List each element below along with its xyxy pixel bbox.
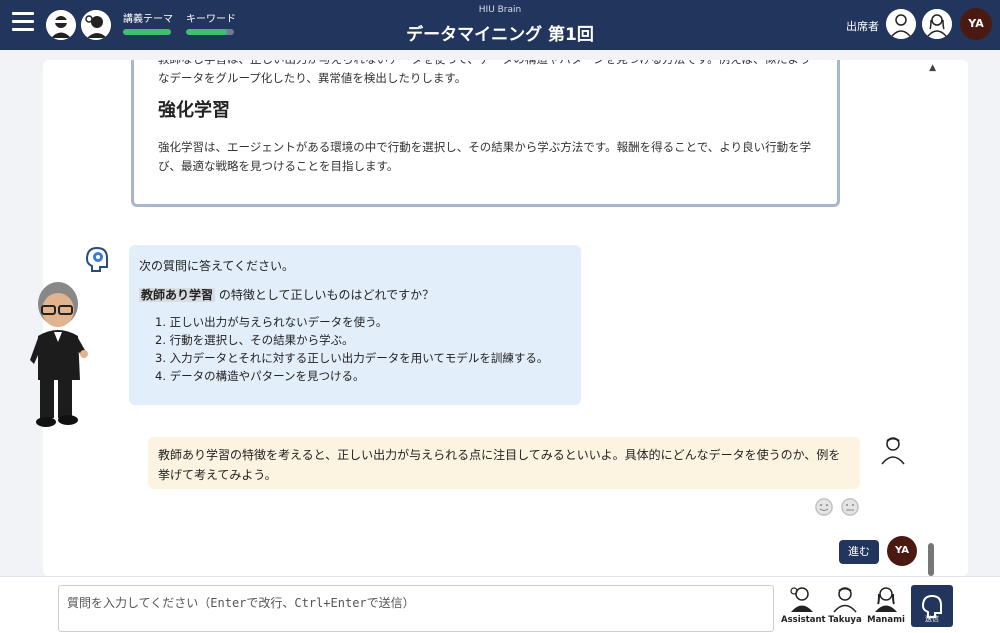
- scroll-up-icon[interactable]: ▲: [929, 63, 936, 73]
- question-option: 4. データの構造やパターンを見つける。: [155, 369, 365, 383]
- question-option: 2. 行動を選択し、その結果から学ぶ。: [155, 333, 354, 347]
- question-intro: 次の質問に答えてください。: [139, 259, 295, 273]
- attendees-label: 出席者: [846, 20, 879, 33]
- professor-character-icon: [26, 280, 92, 428]
- scrollbar-thumb[interactable]: [928, 543, 934, 576]
- assistant-person-icon: [879, 435, 907, 465]
- question-bubble: 次の質問に答えてください。 教師あり学習 の特徴として正しいものはどれですか？ …: [129, 245, 581, 405]
- manami-persona-icon: [875, 587, 897, 612]
- persona-assistant[interactable]: Assistant: [781, 585, 826, 625]
- send-button[interactable]: 送信: [911, 585, 953, 627]
- assistant-persona-icon: [790, 587, 813, 612]
- app-name: HIU Brain: [478, 5, 522, 15]
- question-line: 教師あり学習 の特徴として正しいものはどれですか？: [139, 286, 571, 303]
- app-header: 講義テーマ キーワード HIU Brain データマイニング 第1回 出席者 Y…: [0, 0, 1000, 50]
- question-option: 1. 正しい出力が与えられないデータを使う。: [155, 315, 388, 329]
- user-avatar-chat[interactable]: YA: [887, 536, 917, 566]
- user-avatar[interactable]: YA: [960, 8, 992, 40]
- persona-name: Assistant: [781, 615, 826, 625]
- next-button[interactable]: 進む: [839, 540, 879, 564]
- persona-name: Manami: [867, 615, 905, 625]
- takuya-persona-icon: [833, 587, 857, 613]
- document-card: 教師なし学習は、正しい出力が与えられないデータを使って、データの構造やパターンを…: [131, 60, 840, 207]
- assistant-message: 教師あり学習の特徴を考えると、正しい出力が与えられる点に注目してみるといいよ。具…: [148, 437, 860, 489]
- question-option: 3. 入力データとそれに対する正しい出力データを用いてモデルを訓練する。: [155, 351, 549, 365]
- attendee-male-icon[interactable]: [886, 9, 916, 39]
- persona-takuya[interactable]: Takuya: [825, 585, 865, 625]
- input-footer: Assistant Takuya Manami 送信: [0, 576, 1000, 633]
- document-heading: 強化学習: [158, 100, 230, 121]
- question-keyword: 教師あり学習: [139, 288, 216, 302]
- document-top-text: 教師なし学習は、正しい出力が与えられないデータを使って、データの構造やパターンを…: [158, 60, 811, 85]
- chat-panel: 教師なし学習は、正しい出力が与えられないデータを使って、データの構造やパターンを…: [43, 60, 968, 576]
- send-label: 送信: [925, 616, 939, 623]
- persona-name: Takuya: [828, 615, 862, 625]
- persona-manami[interactable]: Manami: [866, 585, 906, 625]
- brain-bot-icon: [83, 245, 111, 273]
- attendee-female-icon[interactable]: [922, 9, 952, 39]
- question-prompt: の特徴として正しいものはどれですか？: [218, 288, 435, 302]
- bad-feedback-icon[interactable]: [841, 498, 859, 516]
- good-feedback-icon[interactable]: [815, 498, 833, 516]
- question-options: 1. 正しい出力が与えられないデータを使う。 2. 行動を選択し、その結果から学…: [139, 313, 571, 385]
- document-body: 強化学習は、エージェントがある環境の中で行動を選択し、その結果から学ぶ方法です。…: [158, 140, 812, 173]
- question-input[interactable]: [58, 585, 774, 632]
